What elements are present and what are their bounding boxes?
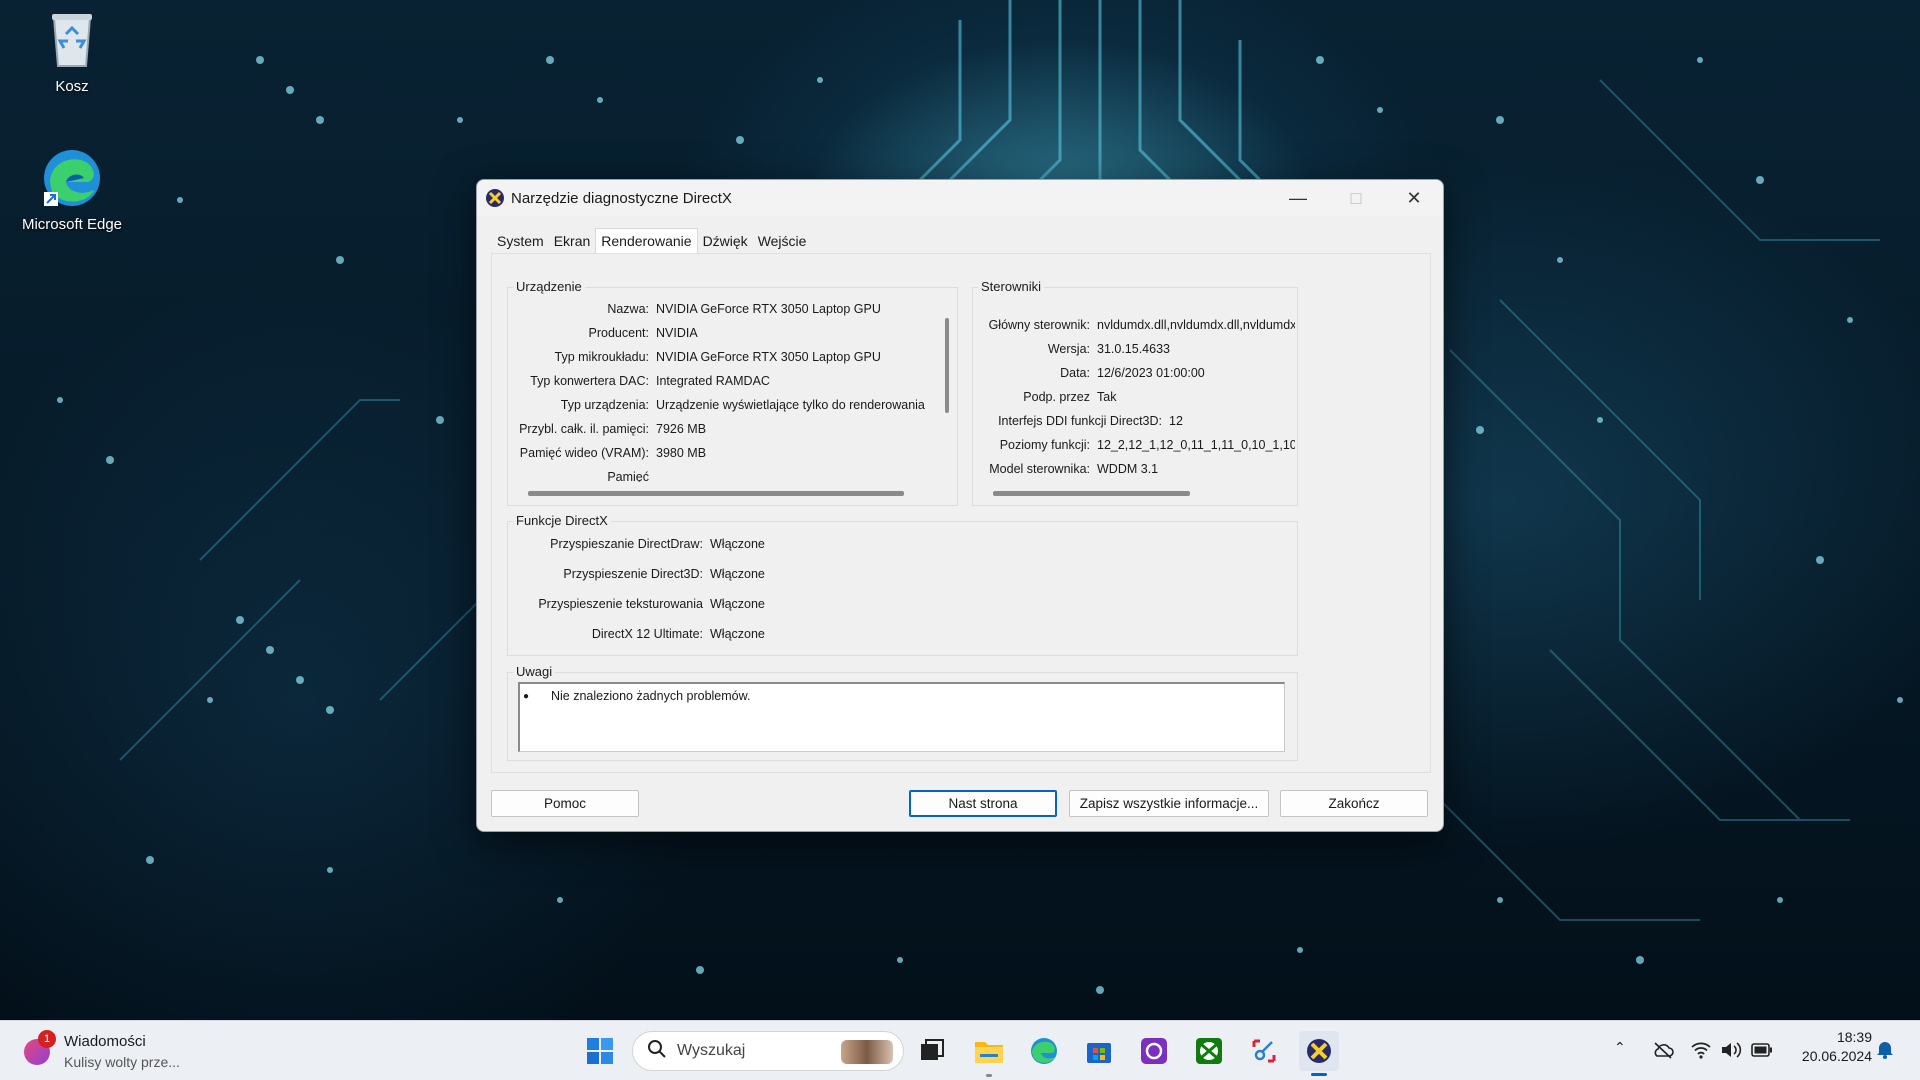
dxdiag-taskbar-icon[interactable] xyxy=(1299,1031,1339,1071)
edge-icon xyxy=(40,146,104,210)
battery-icon[interactable] xyxy=(1751,1043,1773,1062)
drivers-group-title: Sterowniki xyxy=(978,279,1044,294)
device-row: Typ urządzenia: Urządzenie wyświetlające… xyxy=(560,398,925,412)
microsoft-store-icon[interactable] xyxy=(1079,1031,1119,1071)
window-title: Narzędzie diagnostyczne DirectX xyxy=(511,189,732,207)
render-tab-panel: Urządzenie Nazwa: NVIDIA GeForce RTX 305… xyxy=(491,253,1431,773)
dxdiag-app-icon xyxy=(485,188,505,208)
news-widget[interactable]: 1 Wiadomości Kulisy wolty prze... xyxy=(20,1027,230,1075)
bullet-icon: ● xyxy=(523,691,530,702)
app-purple-icon[interactable] xyxy=(1134,1031,1174,1071)
tab-render[interactable]: Renderowanie xyxy=(595,228,698,253)
show-hidden-icons-chevron-icon[interactable]: ⌃ xyxy=(1614,1039,1626,1056)
device-row: Nazwa: NVIDIA GeForce RTX 3050 Laptop GP… xyxy=(607,302,881,316)
driver-row: Model sterownika: WDDM 3.1 xyxy=(989,462,1159,476)
xbox-icon[interactable] xyxy=(1189,1031,1229,1071)
help-button[interactable]: Pomoc xyxy=(491,790,639,817)
clock-date: 20.06.2024 xyxy=(1801,1048,1872,1064)
device-list-viewport: Nazwa: NVIDIA GeForce RTX 3050 Laptop GP… xyxy=(510,302,940,482)
feature-row: Przyspieszenie teksturowania Włączone xyxy=(538,597,765,611)
edge-taskbar-icon[interactable] xyxy=(1024,1031,1064,1071)
tab-strip: System Ekran Renderowanie Dźwięk Wejście xyxy=(492,228,812,253)
next-page-button[interactable]: Nast strona xyxy=(909,790,1057,817)
desktop-icon-edge[interactable]: Microsoft Edge xyxy=(17,146,127,233)
feature-row: Przyspieszenie Direct3D: Włączone xyxy=(563,567,765,581)
driver-row: Poziomy funkcji: 12_2,12_1,12_0,11_1,11_… xyxy=(999,438,1295,452)
note-item: Nie znaleziono żadnych problemów. xyxy=(551,689,751,703)
feature-row: DirectX 12 Ultimate: Włączone xyxy=(591,627,765,641)
device-row: Producent: NVIDIA xyxy=(588,326,698,340)
open-app-indicator xyxy=(986,1074,992,1077)
search-placeholder: Wyszukaj xyxy=(677,1042,746,1059)
tab-sound[interactable]: Dźwięk xyxy=(698,231,753,253)
notification-bell-icon[interactable] xyxy=(1876,1039,1894,1064)
desktop-icon-recycle-bin[interactable]: Kosz xyxy=(17,8,127,95)
wifi-icon[interactable] xyxy=(1690,1040,1712,1065)
notes-group: Uwagi ● Nie znaleziono żadnych problemów… xyxy=(507,664,1298,761)
drivers-list-viewport: Główny sterownik: nvldumdx.dll,nvldumdx.… xyxy=(975,318,1295,488)
drivers-horizontal-scrollbar[interactable] xyxy=(993,491,1190,496)
driver-row: Podp. przez Tak xyxy=(1023,390,1117,404)
start-button[interactable] xyxy=(580,1031,620,1071)
device-group-title: Urządzenie xyxy=(513,279,585,294)
file-explorer-icon[interactable] xyxy=(969,1031,1009,1071)
save-all-info-button[interactable]: Zapisz wszystkie informacje... xyxy=(1069,790,1269,817)
search-icon xyxy=(647,1039,667,1064)
taskbar-search[interactable]: Wyszukaj xyxy=(632,1031,904,1071)
volume-icon[interactable] xyxy=(1720,1040,1742,1065)
windows-logo-icon xyxy=(587,1038,613,1064)
device-row: Przybl. całk. il. pamięci: 7926 MB xyxy=(519,422,707,436)
task-view-icon[interactable] xyxy=(912,1031,952,1071)
directx-diagnostic-window: Narzędzie diagnostyczne DirectX — □ ✕ Sy… xyxy=(476,179,1444,832)
tab-input[interactable]: Wejście xyxy=(753,231,812,253)
clock[interactable]: 18:39 20.06.2024 xyxy=(1786,1029,1872,1064)
cloud-off-icon[interactable] xyxy=(1652,1041,1674,1064)
feature-row: Przyspieszanie DirectDraw: Włączone xyxy=(550,537,765,551)
notes-group-title: Uwagi xyxy=(513,664,556,679)
notes-textbox[interactable]: ● Nie znaleziono żadnych problemów. xyxy=(518,682,1285,752)
device-horizontal-scrollbar[interactable] xyxy=(528,491,904,496)
recycle-bin-icon xyxy=(40,8,104,72)
clock-time: 18:39 xyxy=(1836,1029,1872,1045)
tab-system[interactable]: System xyxy=(492,231,549,253)
driver-row: Interfejs DDI funkcji Direct3D: 12 xyxy=(998,414,1183,428)
device-group: Urządzenie Nazwa: NVIDIA GeForce RTX 305… xyxy=(507,279,958,506)
news-widget-title: Wiadomości xyxy=(64,1033,146,1050)
maximize-button: □ xyxy=(1350,187,1362,208)
features-group-title: Funkcje DirectX xyxy=(513,513,611,528)
close-button[interactable]: ✕ xyxy=(1385,180,1443,216)
device-row: Typ konwertera DAC: Integrated RAMDAC xyxy=(530,374,770,388)
minimize-button[interactable]: — xyxy=(1269,180,1327,216)
taskbar: 1 Wiadomości Kulisy wolty prze... Wyszuk… xyxy=(0,1020,1920,1080)
driver-row: Data: 12/6/2023 01:00:00 xyxy=(1060,366,1205,380)
window-titlebar[interactable]: Narzędzie diagnostyczne DirectX — □ ✕ xyxy=(477,180,1443,216)
desktop-icon-label: Microsoft Edge xyxy=(21,216,123,233)
device-row: Typ mikroukładu: NVIDIA GeForce RTX 3050… xyxy=(554,350,881,364)
device-vertical-scrollbar[interactable] xyxy=(945,318,949,413)
tab-display[interactable]: Ekran xyxy=(549,231,596,253)
driver-row: Główny sterownik: nvldumdx.dll,nvldumdx.… xyxy=(988,318,1295,332)
driver-row: Wersja: 31.0.15.4633 xyxy=(1047,342,1170,356)
desktop-icon-label: Kosz xyxy=(55,78,89,95)
directx-features-group: Funkcje DirectX Przyspieszanie DirectDra… xyxy=(507,513,1298,656)
search-highlight-image xyxy=(841,1040,893,1064)
device-row: Pamięć xyxy=(607,470,649,482)
exit-button[interactable]: Zakończ xyxy=(1280,790,1428,817)
snipping-tool-icon[interactable] xyxy=(1244,1031,1284,1071)
active-app-indicator xyxy=(1311,1073,1327,1076)
drivers-group: Sterowniki Główny sterownik: nvldumdx.dl… xyxy=(972,279,1298,506)
news-widget-subtitle: Kulisy wolty prze... xyxy=(64,1054,180,1070)
device-row: Pamięć wideo (VRAM): 3980 MB xyxy=(519,446,707,460)
notification-badge: 1 xyxy=(38,1030,56,1048)
